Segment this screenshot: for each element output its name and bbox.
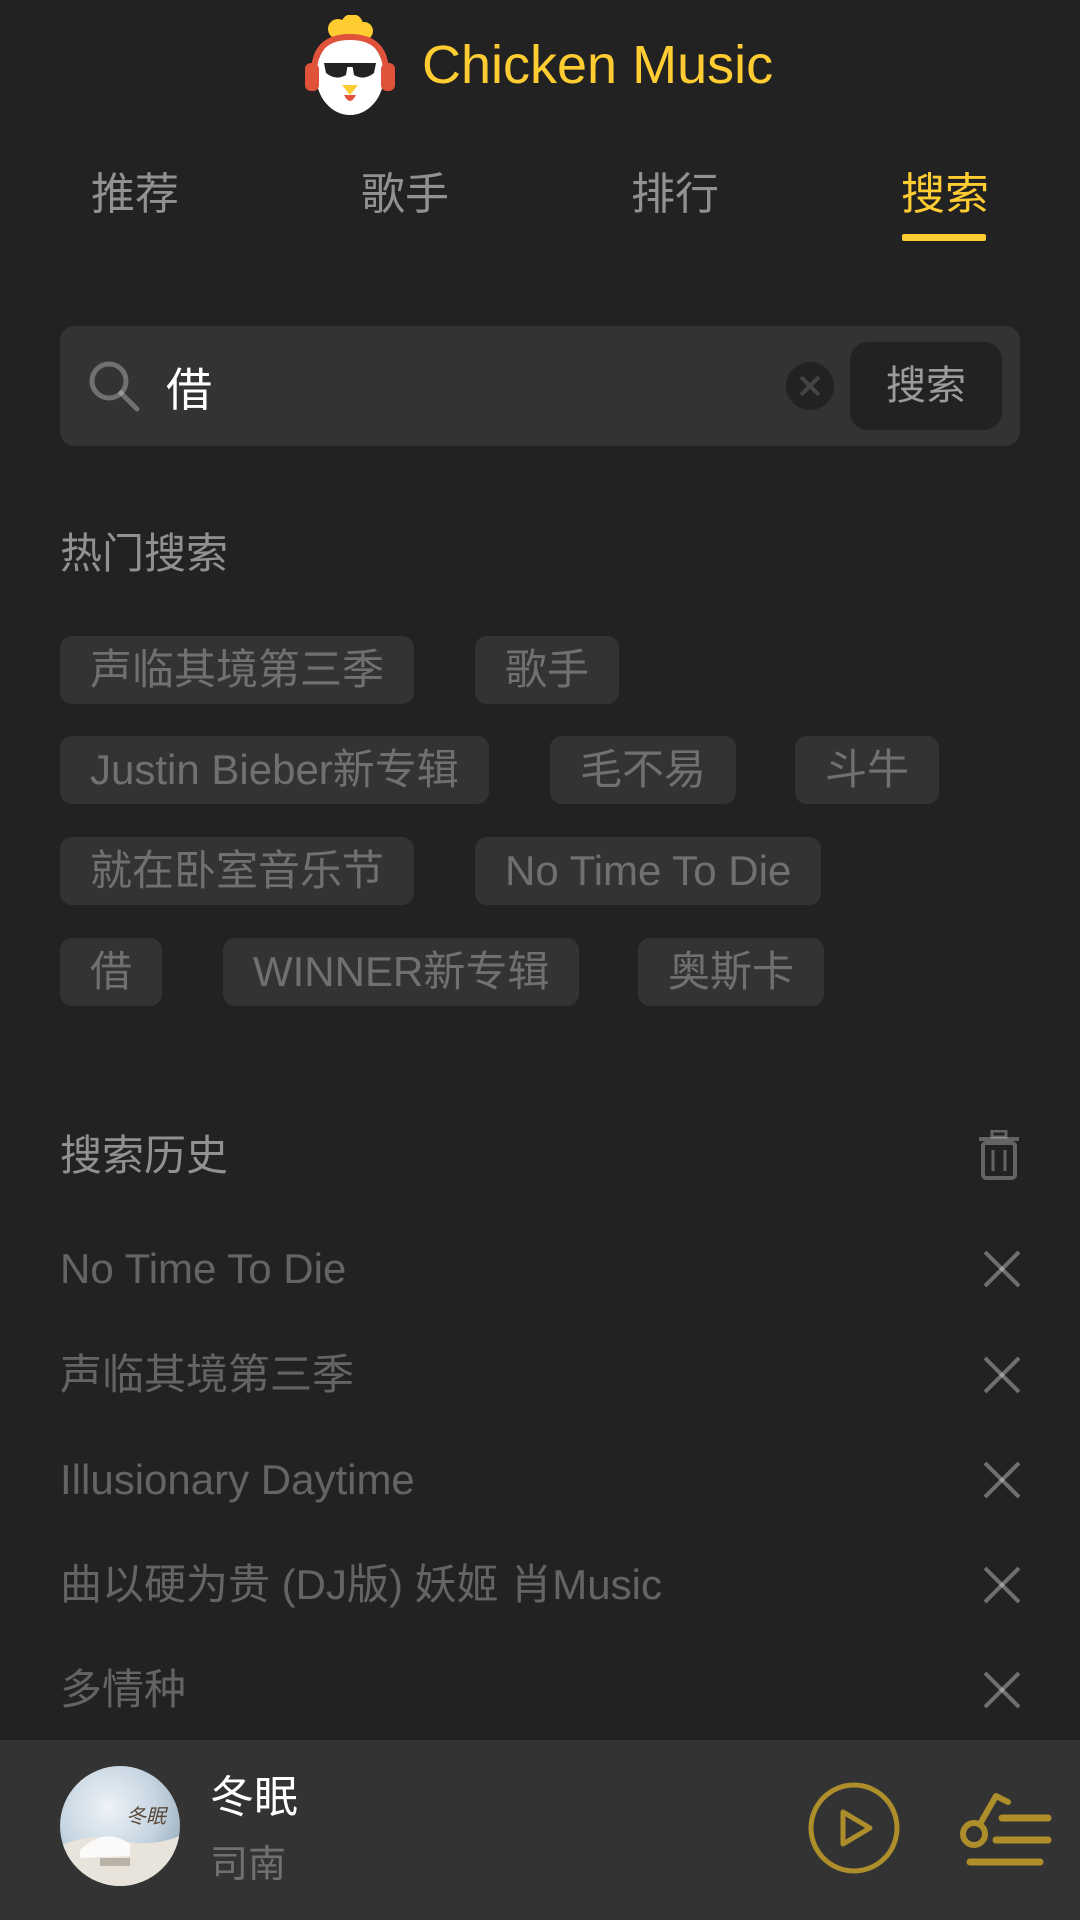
tab-search[interactable]: 搜索 <box>810 160 1080 230</box>
history-item: 多情种 <box>60 1650 1022 1730</box>
song-artist: 司南 <box>210 1844 287 1886</box>
hot-tag[interactable]: 斗牛 <box>795 736 940 804</box>
hot-tag[interactable]: 借 <box>60 938 163 1006</box>
trash-icon[interactable] <box>977 1130 1021 1180</box>
chicken-logo-icon <box>305 15 395 115</box>
hot-tag[interactable]: No Time To Die <box>475 837 822 905</box>
hot-search-title: 热门搜索 <box>60 530 229 577</box>
hot-tag[interactable]: 奥斯卡 <box>638 938 825 1006</box>
playlist-icon[interactable] <box>956 1784 1052 1880</box>
history-item: 声临其境第三季 <box>60 1335 1022 1415</box>
hot-tag[interactable]: 毛不易 <box>550 736 737 804</box>
album-cover[interactable]: 冬眠 <box>60 1766 180 1886</box>
album-cover-text: 冬眠 <box>126 1806 166 1828</box>
tab-recommend[interactable]: 推荐 <box>0 160 270 230</box>
history-text[interactable]: 曲以硬为贵 (DJ版) 妖姬 肖Music <box>60 1545 662 1625</box>
hot-tag[interactable]: WINNER新专辑 <box>223 938 580 1006</box>
history-text[interactable]: 多情种 <box>60 1650 186 1730</box>
history-item: 曲以硬为贵 (DJ版) 妖姬 肖Music <box>60 1545 1022 1625</box>
history-item: No Time To Die <box>60 1229 1022 1309</box>
clear-icon[interactable] <box>786 362 834 410</box>
delete-icon[interactable] <box>982 1670 1022 1710</box>
app-title: Chicken Music <box>422 35 774 95</box>
history-text[interactable]: 声临其境第三季 <box>60 1335 354 1415</box>
history-text[interactable]: No Time To Die <box>60 1229 346 1309</box>
search-icon <box>89 361 140 412</box>
hot-tag[interactable]: Justin Bieber新专辑 <box>60 736 489 804</box>
search-button[interactable]: 搜索 <box>850 342 1002 430</box>
history-text[interactable]: Illusionary Daytime <box>60 1440 415 1520</box>
delete-icon[interactable] <box>982 1249 1022 1289</box>
active-tab-indicator <box>902 234 986 241</box>
hot-tag[interactable]: 就在卧室音乐节 <box>60 837 415 905</box>
tab-bar: 推荐 歌手 排行 搜索 <box>0 160 1080 250</box>
delete-icon[interactable] <box>982 1355 1022 1395</box>
search-input[interactable] <box>164 346 828 428</box>
search-box: 搜索 <box>60 326 1020 446</box>
song-title: 冬眠 <box>210 1773 298 1822</box>
header: Chicken Music <box>0 0 1080 130</box>
hot-tag[interactable]: 歌手 <box>475 636 620 704</box>
hot-tag[interactable]: 声临其境第三季 <box>60 636 415 704</box>
play-icon[interactable] <box>806 1780 902 1876</box>
search-history-title: 搜索历史 <box>60 1132 229 1179</box>
delete-icon[interactable] <box>982 1460 1022 1500</box>
delete-icon[interactable] <box>982 1565 1022 1605</box>
tab-rank[interactable]: 排行 <box>540 160 810 230</box>
history-item: Illusionary Daytime <box>60 1440 1022 1520</box>
tab-singer[interactable]: 歌手 <box>270 160 540 230</box>
mini-player[interactable]: 冬眠 冬眠 司南 <box>0 1740 1080 1920</box>
